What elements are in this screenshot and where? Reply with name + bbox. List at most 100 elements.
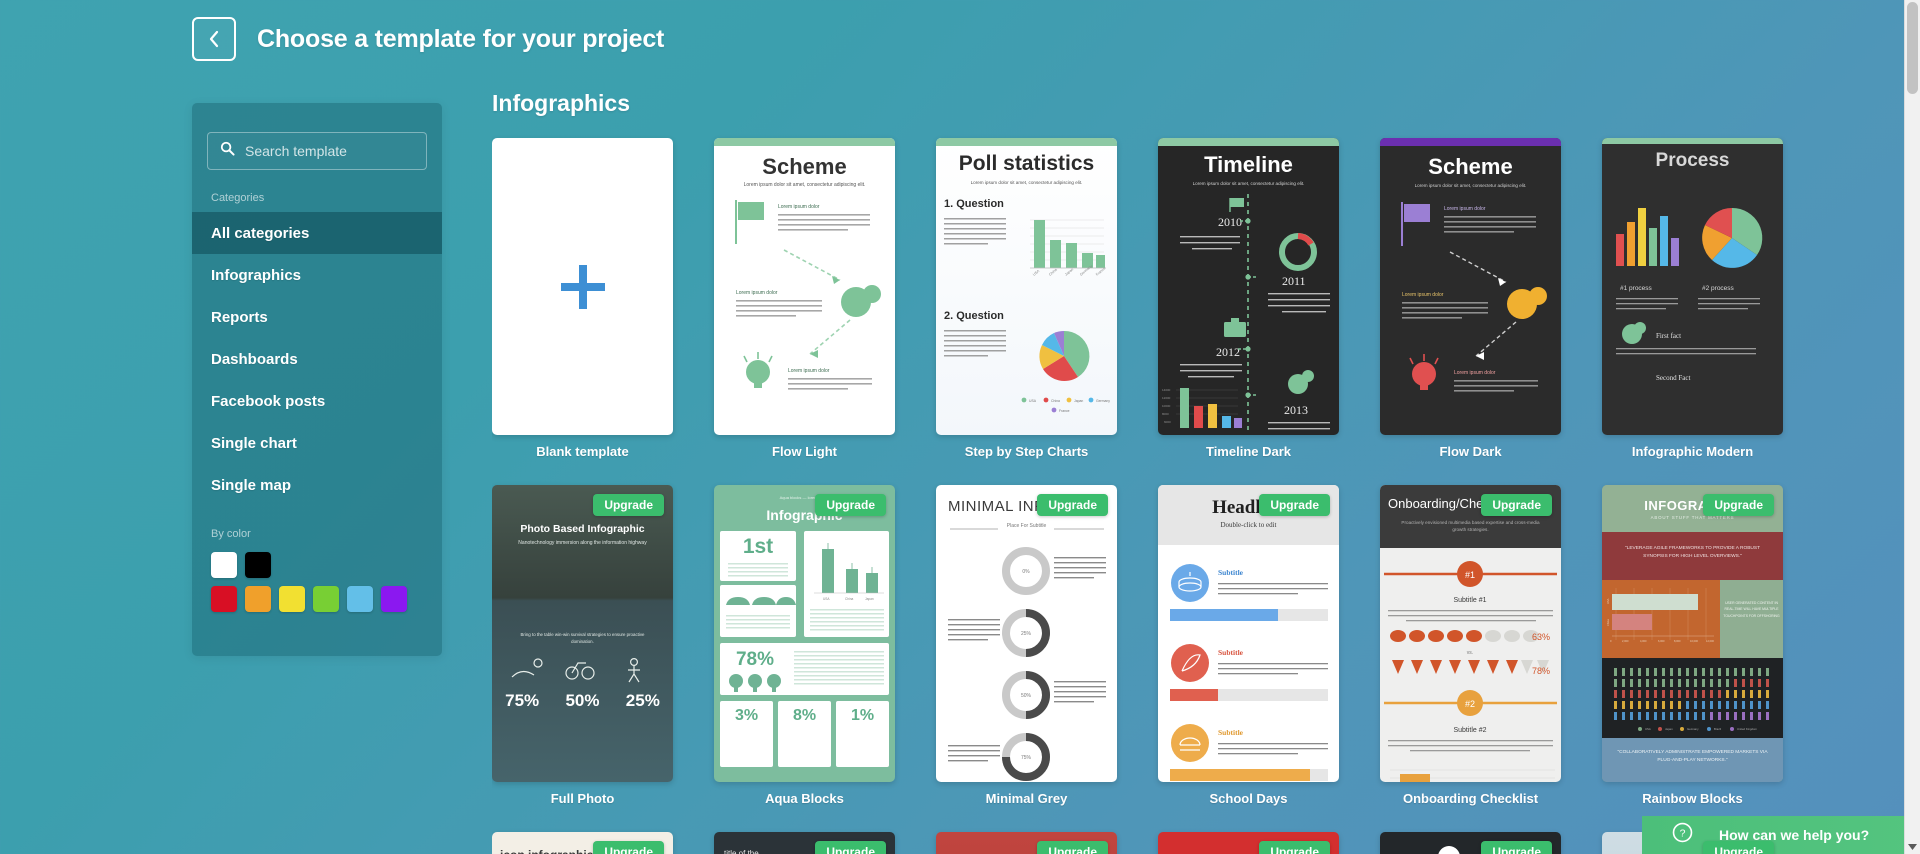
- svg-text:50%: 50%: [1021, 693, 1032, 699]
- thumb-pictogram: USA Japan Germany Brazil United Kingdom: [1614, 668, 1769, 731]
- thumb-sections: Subtitle Subtitle Subtitle: [1170, 564, 1328, 781]
- upgrade-badge[interactable]: Upgrade: [1703, 841, 1774, 854]
- svg-text:China: China: [1051, 399, 1060, 403]
- thumb-subtitle: Lorem ipsum dolor sit amet, consectetur …: [1414, 183, 1527, 188]
- question-circle-icon: ?: [1672, 822, 1693, 848]
- template-card-your-year[interactable]: Upgrade YOUR YEAR: [1158, 832, 1339, 854]
- template-thumbnail[interactable]: Upgrade INFOGRAPHIC ABOUT STUFF THAT MAT…: [1602, 485, 1783, 782]
- sidebar-item-facebook-posts[interactable]: Facebook posts: [192, 380, 442, 422]
- template-thumbnail[interactable]: Upgrade icon infographic: [492, 832, 673, 854]
- thumb-rules: [950, 528, 1104, 530]
- caret-down-icon[interactable]: [1907, 839, 1918, 850]
- upgrade-badge[interactable]: Upgrade: [593, 841, 664, 854]
- template-card-full-photo[interactable]: Upgrade Photo Based Infographic Nanotech…: [492, 485, 673, 806]
- template-card-title-of-the[interactable]: Upgrade title of the: [714, 832, 895, 854]
- svg-text:France: France: [1059, 409, 1070, 413]
- template-thumbnail[interactable]: Scheme Lorem ipsum dolor sit amet, conse…: [714, 138, 895, 435]
- upgrade-badge[interactable]: Upgrade: [815, 841, 886, 854]
- template-thumbnail[interactable]: Upgrade Aqua blocks — lorem ipsum Infogr…: [714, 485, 895, 782]
- thumb-stat: 75%: [505, 691, 540, 710]
- color-swatch-black[interactable]: [245, 552, 271, 578]
- svg-text:2012: 2012: [1216, 345, 1240, 359]
- thumb-subtitle: Lorem ipsum dolor sit amet, consectetur …: [970, 180, 1083, 185]
- upgrade-badge[interactable]: Upgrade: [1259, 841, 1330, 854]
- upgrade-badge[interactable]: Upgrade: [1703, 494, 1774, 516]
- svg-text:USA: USA: [1645, 727, 1651, 731]
- thumb-heading: icon infographic: [500, 848, 593, 854]
- svg-text:0: 0: [1610, 639, 1612, 643]
- svg-text:63%: 63%: [1532, 632, 1550, 642]
- upgrade-badge[interactable]: Upgrade: [1481, 841, 1552, 854]
- svg-text:8,000: 8,000: [1674, 639, 1681, 643]
- upgrade-badge[interactable]: Upgrade: [1037, 494, 1108, 516]
- template-card-flow-dark[interactable]: Scheme Lorem ipsum dolor sit amet, conse…: [1380, 138, 1561, 459]
- template-card-minimal-grey[interactable]: Upgrade MINIMAL INFO Place For Subtitle …: [936, 485, 1117, 806]
- sidebar-item-infographics[interactable]: Infographics: [192, 254, 442, 296]
- template-thumbnail[interactable]: Upgrade MINIMAL INFO Place For Subtitle …: [936, 485, 1117, 782]
- template-thumbnail[interactable]: Timeline Lorem ipsum dolor sit amet, con…: [1158, 138, 1339, 435]
- template-card-timeline-dark[interactable]: Timeline Lorem ipsum dolor sit amet, con…: [1158, 138, 1339, 459]
- template-card-aqua-blocks[interactable]: Upgrade Aqua blocks — lorem ipsum Infogr…: [714, 485, 895, 806]
- thumb-heading: Timeline: [1204, 152, 1293, 177]
- upgrade-badge[interactable]: Upgrade: [1481, 494, 1552, 516]
- svg-text:Lorem ipsum dolor: Lorem ipsum dolor: [1402, 292, 1444, 298]
- upgrade-badge[interactable]: Upgrade: [815, 494, 886, 516]
- template-thumbnail[interactable]: Upgrade THIS VS: [1380, 832, 1561, 854]
- svg-text:USA: USA: [1032, 269, 1041, 277]
- scrollbar-thumb[interactable]: [1907, 2, 1918, 94]
- help-widget[interactable]: ? How can we help you?: [1642, 816, 1920, 854]
- template-thumbnail[interactable]: Scheme Lorem ipsum dolor sit amet, conse…: [1380, 138, 1561, 435]
- template-card-step-by-step-charts[interactable]: Poll statistics Lorem ipsum dolor sit am…: [936, 138, 1117, 459]
- template-card-flow-light[interactable]: Scheme Lorem ipsum dolor sit amet, conse…: [714, 138, 895, 459]
- template-name: Onboarding Checklist: [1402, 791, 1539, 806]
- template-card-blank[interactable]: Blank template: [492, 138, 673, 459]
- search-input[interactable]: [245, 143, 414, 159]
- template-thumbnail[interactable]: Poll statistics Lorem ipsum dolor sit am…: [936, 138, 1117, 435]
- template-card-onboarding-checklist[interactable]: Upgrade Onboarding/Checklist Proactively…: [1380, 485, 1561, 806]
- sidebar-item-single-map[interactable]: Single map: [192, 464, 442, 506]
- template-card-icon-infographic[interactable]: Upgrade icon infographic: [492, 832, 673, 854]
- template-card-red-photo[interactable]: Upgrade: [936, 832, 1117, 854]
- color-swatch-red[interactable]: [211, 586, 237, 612]
- template-thumbnail[interactable]: Upgrade: [936, 832, 1117, 854]
- thumb-small-pct: 1%: [850, 707, 875, 724]
- sidebar-item-dashboards[interactable]: Dashboards: [192, 338, 442, 380]
- thumb-heading: title of the: [724, 849, 759, 854]
- template-name: Rainbow Blocks: [1642, 791, 1743, 806]
- sidebar-item-reports[interactable]: Reports: [192, 296, 442, 338]
- template-thumbnail[interactable]: Upgrade Onboarding/Checklist Proactively…: [1380, 485, 1561, 782]
- search-template-box[interactable]: [207, 132, 427, 170]
- color-swatch-blue[interactable]: [347, 586, 373, 612]
- upgrade-badge[interactable]: Upgrade: [593, 494, 664, 516]
- thumb-car-icons: [726, 597, 796, 605]
- page-scrollbar[interactable]: [1904, 0, 1920, 854]
- back-button[interactable]: [192, 17, 236, 61]
- template-thumbnail[interactable]: Upgrade Photo Based Infographic Nanotech…: [492, 485, 673, 782]
- template-thumbnail[interactable]: Upgrade title of the: [714, 832, 895, 854]
- color-swatch-yellow[interactable]: [279, 586, 305, 612]
- thumb-piechart: USA China Japan Germany France: [944, 330, 1110, 413]
- sidebar-item-single-chart[interactable]: Single chart: [192, 422, 442, 464]
- color-swatch-green[interactable]: [313, 586, 339, 612]
- upgrade-badge[interactable]: Upgrade: [1259, 494, 1330, 516]
- thumb-barchart: 0 2,000 4,000 6,000 8,000 10,000 12,000 USA Ch…: [1606, 588, 1714, 643]
- svg-text:Subtitle: Subtitle: [1218, 648, 1244, 657]
- template-name: Flow Light: [772, 444, 837, 459]
- template-card-this-vs-that[interactable]: Upgrade THIS VS: [1380, 832, 1561, 854]
- svg-text:First fact: First fact: [1656, 332, 1681, 340]
- svg-text:Germany: Germany: [1096, 399, 1110, 403]
- color-swatch-orange[interactable]: [245, 586, 271, 612]
- template-thumbnail[interactable]: [492, 138, 673, 435]
- template-thumbnail[interactable]: Upgrade YOUR YEAR: [1158, 832, 1339, 854]
- thumb-quote-1: "LEVERAGE AGILE FRAMEWORKS TO PROVIDE A …: [1624, 546, 1761, 560]
- template-thumbnail[interactable]: Upgrade Headline Double-click to edit Su…: [1158, 485, 1339, 782]
- upgrade-badge[interactable]: Upgrade: [1037, 841, 1108, 854]
- template-card-school-days[interactable]: Upgrade Headline Double-click to edit Su…: [1158, 485, 1339, 806]
- template-card-infographic-modern[interactable]: Process #1 process #2 process First fact…: [1602, 138, 1783, 459]
- color-swatch-purple[interactable]: [381, 586, 407, 612]
- template-thumbnail[interactable]: Process #1 process #2 process First fact…: [1602, 138, 1783, 435]
- svg-text:China: China: [1048, 268, 1058, 277]
- template-card-rainbow-blocks[interactable]: Upgrade INFOGRAPHIC ABOUT STUFF THAT MAT…: [1602, 485, 1783, 806]
- sidebar-item-all-categories[interactable]: All categories: [192, 212, 442, 254]
- color-swatch-white[interactable]: [211, 552, 237, 578]
